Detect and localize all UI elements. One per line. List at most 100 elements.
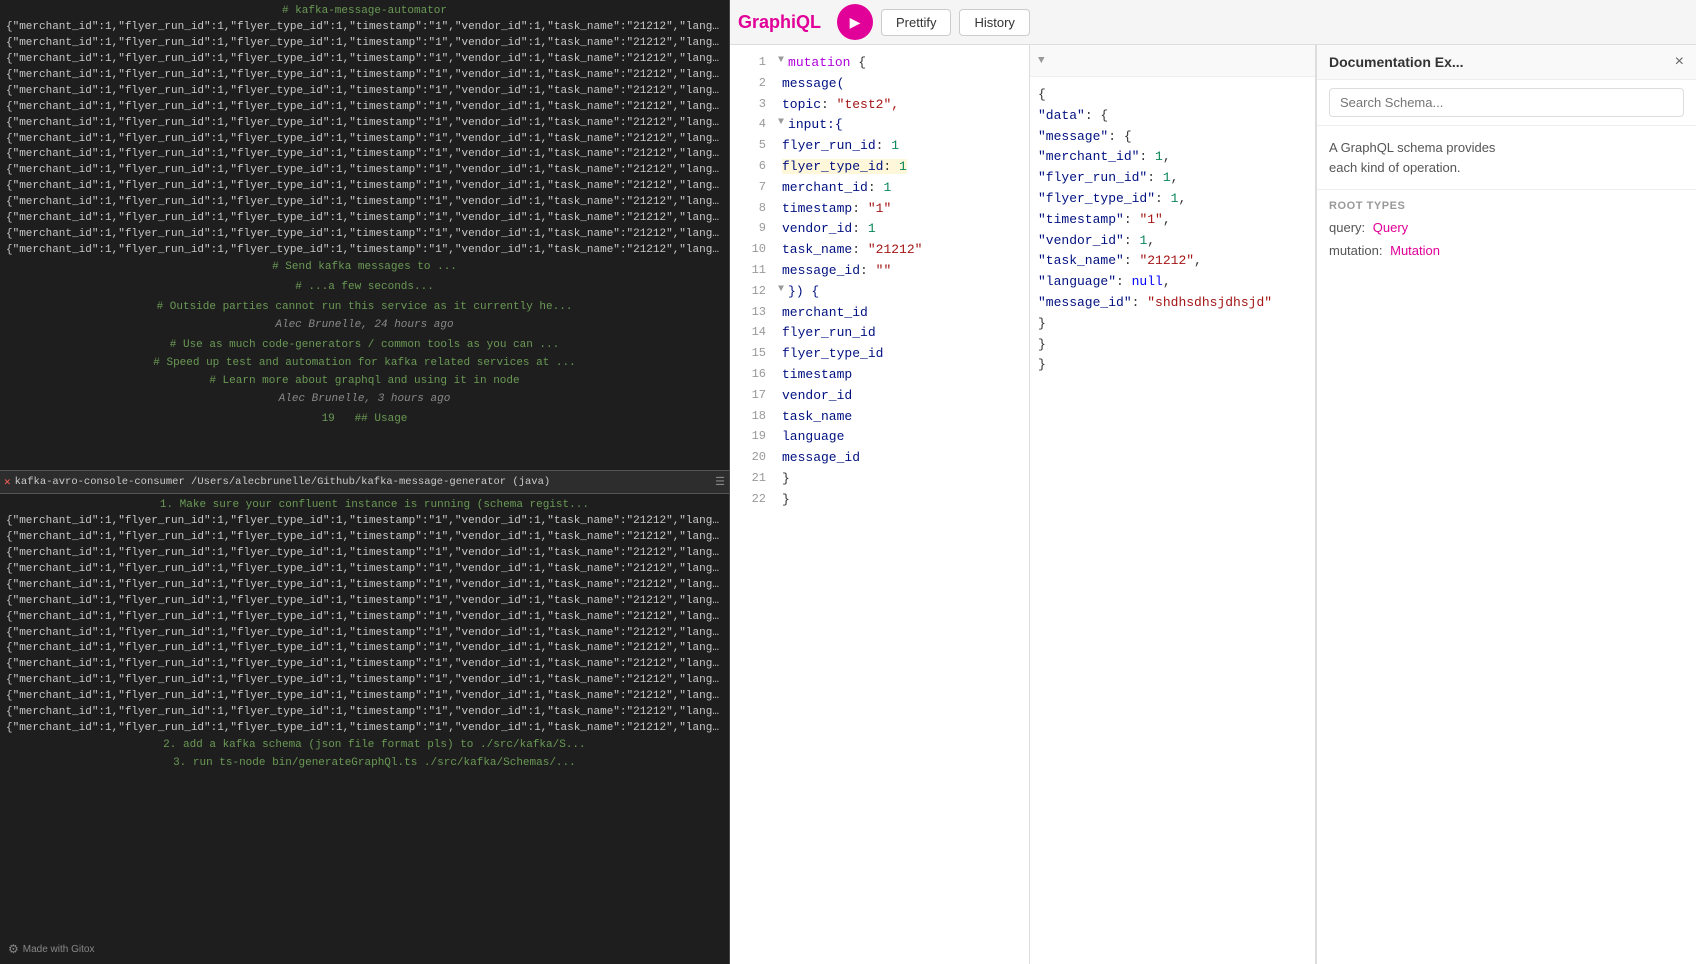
docs-mutation-label: mutation: [1329,243,1382,258]
query-line: 11 message_id: "" [730,261,1029,282]
query-code-area[interactable]: 1▼mutation {2 message(3 topic: "test2",4… [730,45,1029,964]
line-content: timestamp: "1" [782,199,891,220]
graphiql-toolbar: GraphiQL ▶ Prettify History [730,0,1696,45]
response-line-content: { [1038,85,1046,106]
terminal-line: {"merchant_id":1,"flyer_run_id":1,"flyer… [6,610,723,626]
query-line: 19 language [730,427,1029,448]
docs-search-input[interactable] [1329,88,1684,117]
query-line: 17 vendor_id [730,386,1029,407]
history-button[interactable]: History [959,9,1029,36]
line-content: merchant_id [782,303,868,324]
response-line: "flyer_type_id": 1, [1030,189,1315,210]
response-line: "task_name": "21212", [1030,251,1315,272]
line-content: flyer_run_id: 1 [782,136,899,157]
comment-line: 19 ## Usage [6,411,723,429]
line-number: 16 [738,365,766,386]
query-line: 10 task_name: "21212" [730,240,1029,261]
line-content: message_id: "" [782,261,891,282]
comment-line: Alec Brunelle, 24 hours ago [6,317,723,335]
run-button[interactable]: ▶ [837,4,873,40]
terminal-line: {"merchant_id":1,"flyer_run_id":1,"flyer… [6,243,723,259]
terminal-line: {"merchant_id":1,"flyer_run_id":1,"flyer… [6,578,723,594]
docs-close-button[interactable]: × [1675,53,1684,71]
line-content: flyer_run_id [782,323,876,344]
line-content: vendor_id [782,386,852,407]
query-line: 15 flyer_type_id [730,344,1029,365]
terminal-line: {"merchant_id":1,"flyer_run_id":1,"flyer… [6,689,723,705]
line-number: 18 [738,407,766,428]
comment-line: # Use as much code-generators / common t… [6,337,723,355]
line-content: vendor_id: 1 [782,219,876,240]
terminal-line: {"merchant_id":1,"flyer_run_id":1,"flyer… [6,116,723,132]
response-line-content: "message_id": "shdhsdhsjdhsjd" [1038,293,1272,314]
query-line: 3 topic: "test2", [730,95,1029,116]
prettify-button[interactable]: Prettify [881,9,951,36]
line-content: flyer_type_id [782,344,883,365]
docs-root-types-heading: ROOT TYPES [1317,190,1696,216]
docs-description: A GraphQL schema provideseach kind of op… [1317,126,1696,190]
confluent-comment: 1. Make sure your confluent instance is … [6,498,723,514]
terminal-top-output: # kafka-message-automator {"merchant_id"… [0,0,729,470]
terminal-top-lines-container: {"merchant_id":1,"flyer_run_id":1,"flyer… [6,20,723,259]
terminal-line: {"merchant_id":1,"flyer_run_id":1,"flyer… [6,211,723,227]
query-line: 13 merchant_id [730,303,1029,324]
response-line: "message_id": "shdhsdhsjdhsjd" [1030,293,1315,314]
fold-arrow[interactable]: ▼ [778,115,784,136]
docs-header: Documentation Ex... × [1317,45,1696,80]
response-line: "data": { [1030,106,1315,127]
line-number: 20 [738,448,766,469]
comment-line: # ...a few seconds... [6,279,723,297]
response-line: { [1030,85,1315,106]
line-number: 12 [738,282,766,303]
query-line: 18 task_name [730,407,1029,428]
docs-mutation-link[interactable]: Mutation [1390,243,1440,258]
response-line-content: "timestamp": "1", [1038,210,1171,231]
terminal-line: # kafka-message-automator [6,4,723,20]
fold-arrow[interactable]: ▼ [778,53,784,74]
fold-icon: ▼ [1038,55,1045,67]
terminal-line: {"merchant_id":1,"flyer_run_id":1,"flyer… [6,546,723,562]
terminal-line: {"merchant_id":1,"flyer_run_id":1,"flyer… [6,657,723,673]
query-line: 1▼mutation { [730,53,1029,74]
query-line: 5 flyer_run_id: 1 [730,136,1029,157]
line-number: 3 [738,95,766,116]
line-content: input:{ [788,115,843,136]
fold-arrow[interactable]: ▼ [778,282,784,303]
query-line: 9 vendor_id: 1 [730,219,1029,240]
comment-line: # Outside parties cannot run this servic… [6,299,723,317]
line-content: flyer_type_id: 1 [782,157,907,178]
response-line-content: } [1038,355,1046,376]
line-content: message( [782,74,844,95]
query-line: 12▼ }) { [730,282,1029,303]
docs-title: Documentation Ex... [1329,54,1464,70]
terminal-menu-icon[interactable]: ☰ [715,475,725,489]
line-number: 22 [738,490,766,511]
terminal-line: {"merchant_id":1,"flyer_run_id":1,"flyer… [6,514,723,530]
add-kafka-comment: 2. add a kafka schema (json file format … [6,737,723,755]
terminal-line: {"merchant_id":1,"flyer_run_id":1,"flyer… [6,147,723,163]
line-number: 10 [738,240,766,261]
line-number: 6 [738,157,766,178]
response-line: "merchant_id": 1, [1030,147,1315,168]
line-number: 8 [738,199,766,220]
line-content: task_name [782,407,852,428]
docs-query-link[interactable]: Query [1373,220,1408,235]
tab-close-icon[interactable]: ✕ [4,475,11,489]
graphiql-logo: GraphiQL [738,12,821,33]
line-number: 4 [738,115,766,136]
response-line-content: "language": null, [1038,272,1171,293]
line-content: language [782,427,844,448]
terminal-line: {"merchant_id":1,"flyer_run_id":1,"flyer… [6,227,723,243]
comment-line: # Speed up test and automation for kafka… [6,355,723,373]
play-icon: ▶ [850,14,861,31]
terminal-line: {"merchant_id":1,"flyer_run_id":1,"flyer… [6,594,723,610]
terminal-line: {"merchant_id":1,"flyer_run_id":1,"flyer… [6,530,723,546]
comment-line: # Send kafka messages to ... [6,259,723,277]
docs-search-container [1317,80,1696,126]
response-line: "vendor_id": 1, [1030,231,1315,252]
response-line-content: "flyer_run_id": 1, [1038,168,1178,189]
terminal-line: {"merchant_id":1,"flyer_run_id":1,"flyer… [6,179,723,195]
query-line: 7 merchant_id: 1 [730,178,1029,199]
query-line: 6 flyer_type_id: 1 [730,157,1029,178]
response-line-content: "data": { [1038,106,1108,127]
